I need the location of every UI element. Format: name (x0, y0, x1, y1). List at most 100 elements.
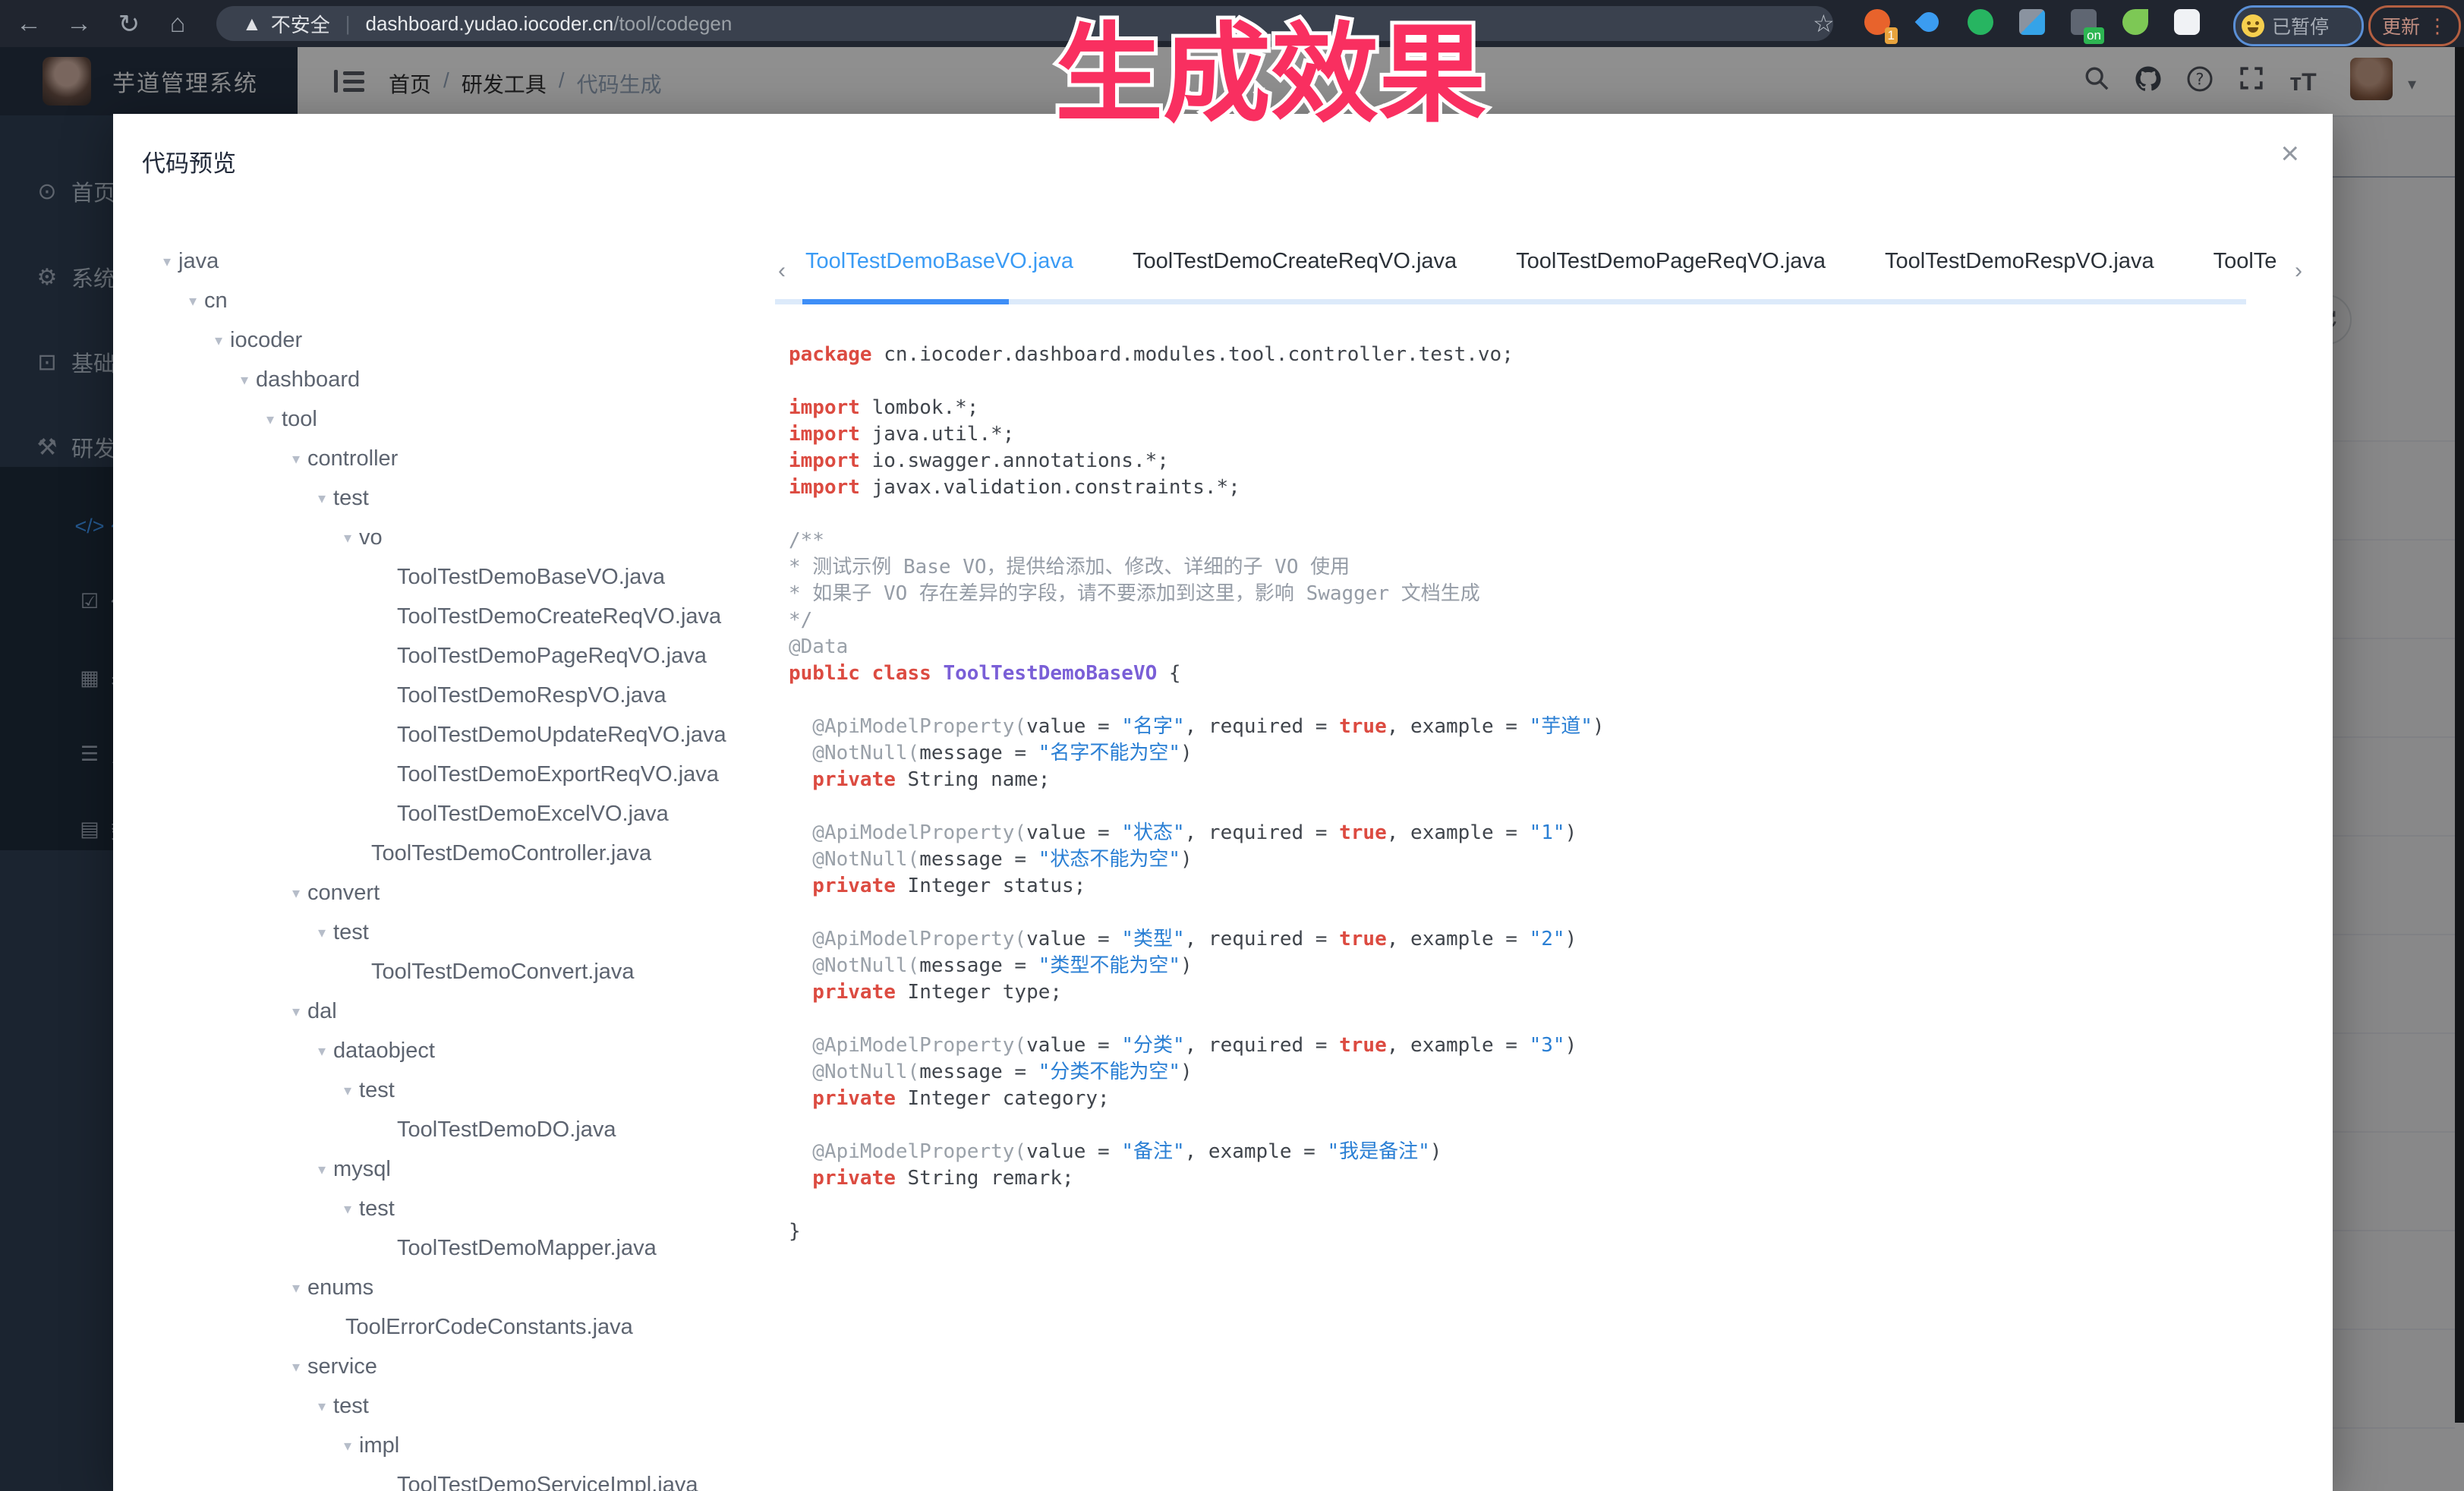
security-warning-label[interactable]: 不安全 (271, 10, 330, 38)
tree-caret-icon[interactable]: ▾ (318, 1160, 326, 1179)
tree-folder[interactable]: ▾test (344, 1190, 395, 1227)
tree-caret-icon[interactable]: ▾ (318, 1397, 326, 1416)
code-line: @ApiModelProperty(value = "备注", example … (789, 1139, 2299, 1165)
tree-file[interactable]: ToolTestDemoUpdateReqVO.java (397, 717, 726, 753)
tree-caret-icon[interactable]: ▾ (266, 410, 274, 429)
security-warning-icon[interactable]: ▲ (242, 12, 262, 36)
tree-folder[interactable]: ▾cn (189, 282, 228, 319)
tree-caret-icon[interactable]: ▾ (189, 292, 197, 310)
bookmark-star-icon[interactable]: ☆ (1813, 9, 1835, 38)
tree-node-label: test (359, 1078, 395, 1103)
tree-node-label: ToolTestDemoController.java (371, 841, 651, 866)
tree-caret-icon[interactable]: ▾ (241, 370, 248, 389)
tree-folder[interactable]: ▾ enums (292, 1269, 373, 1306)
code-tab-1[interactable]: ToolTestDemoCreateReqVO.java (1133, 249, 1457, 274)
tree-folder[interactable]: ▾dataobject (318, 1032, 435, 1069)
code-line (789, 1112, 2299, 1139)
tree-folder[interactable]: ▾test (318, 914, 369, 950)
code-line: private String remark; (789, 1165, 2299, 1192)
tree-folder[interactable]: ▾tool (266, 401, 317, 437)
tree-caret-icon[interactable]: ▾ (292, 884, 300, 903)
tree-node-label: enums (307, 1275, 373, 1300)
code-tab-0[interactable]: ToolTestDemoBaseVO.java (805, 249, 1073, 274)
translate-paused-button[interactable]: 已暂停 (2233, 5, 2364, 46)
tree-caret-icon[interactable]: ▾ (318, 1042, 326, 1061)
puzzle-extensions-icon[interactable] (2174, 9, 2203, 38)
tree-file[interactable]: ToolTestDemoDO.java (397, 1111, 616, 1148)
tree-file[interactable]: ToolTestDemoExportReqVO.java (397, 756, 719, 793)
url-path[interactable]: /tool/codegen (613, 12, 732, 36)
list-extension-icon[interactable]: on (2071, 9, 2100, 38)
back-icon[interactable]: ← (14, 9, 44, 39)
dialog-title: 代码预览 (142, 144, 236, 178)
tree-folder[interactable]: ▾dashboard (241, 361, 360, 398)
reload-icon[interactable]: ↻ (114, 9, 144, 39)
tree-folder[interactable]: ▾ mysql (318, 1151, 391, 1187)
tree-folder[interactable]: ▾ test (344, 1072, 395, 1108)
tree-folder[interactable]: ▾test (318, 1388, 369, 1424)
green-y-extension-icon[interactable] (1968, 9, 1996, 38)
tree-caret-icon[interactable]: ▾ (318, 923, 326, 942)
tree-folder[interactable]: ▾impl (344, 1427, 399, 1464)
tabs-scroll-left-icon[interactable]: ‹ (778, 258, 786, 284)
url-host[interactable]: dashboard.yudao.iocoder.cn (366, 12, 614, 36)
code-line: * 测试示例 Base VO，提供给添加、修改、详细的子 VO 使用 (789, 554, 2299, 581)
tree-file[interactable]: ToolTestDemoMapper.java (397, 1230, 657, 1266)
tree-file[interactable]: ToolTestDemoRespVO.java (397, 677, 666, 714)
tree-file[interactable]: ToolTestDemoConvert.java (371, 954, 635, 990)
tree-folder[interactable]: ▾ test (318, 480, 369, 516)
tree-caret-icon[interactable]: ▾ (318, 489, 326, 508)
file-tabs: ToolTestDemoBaseVO.java ToolTestDemoCreat… (805, 249, 2277, 274)
tree-file[interactable]: ToolTestDemoBaseVO.java (397, 559, 665, 595)
tree-caret-icon[interactable]: ▾ (344, 528, 351, 547)
tree-caret-icon[interactable]: ▾ (344, 1081, 351, 1100)
address-bar[interactable]: ▲ 不安全 | dashboard.yudao.iocoder.cn /tool… (216, 6, 1833, 41)
tree-folder[interactable]: ▾service (292, 1348, 377, 1385)
tree-node-label: java (178, 249, 219, 274)
home-icon[interactable]: ⌂ (162, 9, 193, 39)
chrome-menu-icon[interactable]: ⋮ (2428, 14, 2447, 38)
code-tab-4[interactable]: ToolTe (2214, 249, 2277, 274)
grid-extension-icon (2019, 9, 2045, 35)
code-preview-dialog: 代码预览 × ▾java▾cn▾iocoder▾dashboard▾tool▾c… (113, 114, 2333, 1491)
tree-file[interactable]: ToolErrorCodeConstants.java (345, 1309, 633, 1345)
tree-folder[interactable]: ▾vo (344, 519, 383, 556)
tree-node-label: test (333, 486, 369, 511)
ubuntu-orange-extension-icon[interactable]: 1 (1864, 9, 1893, 38)
browser-update-button[interactable]: 更新 ⋮ (2368, 5, 2461, 46)
tree-caret-icon[interactable]: ▾ (215, 331, 222, 350)
tree-file[interactable]: ToolTestDemoCreateReqVO.java (397, 598, 721, 635)
code-line (789, 793, 2299, 820)
tree-node-label: mysql (333, 1157, 391, 1182)
tree-caret-icon[interactable]: ▾ (163, 252, 171, 271)
code-line (789, 1006, 2299, 1032)
tabs-scroll-right-icon[interactable]: › (2295, 258, 2302, 284)
code-tab-2[interactable]: ToolTestDemoPageReqVO.java (1516, 249, 1826, 274)
tree-caret-icon[interactable]: ▾ (292, 1278, 300, 1297)
close-icon[interactable]: × (2280, 135, 2299, 172)
tree-file[interactable]: ToolTestDemoServiceImpl.java (397, 1467, 698, 1491)
tree-caret-icon[interactable]: ▾ (292, 1002, 300, 1021)
tree-file[interactable]: ToolTestDemoController.java (371, 835, 651, 872)
tree-caret-icon[interactable]: ▾ (292, 1357, 300, 1376)
code-line (789, 1192, 2299, 1218)
tree-node-label: ToolTestDemoServiceImpl.java (397, 1473, 698, 1491)
tree-folder[interactable]: ▾iocoder (215, 322, 302, 358)
tree-folder[interactable]: ▾dal (292, 993, 337, 1029)
tree-folder[interactable]: ▾ java (163, 243, 219, 279)
tree-folder[interactable]: ▾convert (292, 875, 380, 911)
code-tab-3[interactable]: ToolTestDemoRespVO.java (1885, 249, 2154, 274)
tree-folder[interactable]: ▾controller (292, 440, 398, 477)
tree-file[interactable]: ToolTestDemoExcelVO.java (397, 796, 669, 832)
tree-caret-icon[interactable]: ▾ (344, 1436, 351, 1455)
blue-gem-extension-icon[interactable] (1916, 9, 1945, 38)
paused-label: 已暂停 (2272, 12, 2329, 39)
blue-gem-extension-icon (1915, 8, 1943, 36)
tree-file[interactable]: ToolTestDemoPageReqVO.java (397, 638, 707, 674)
tree-caret-icon[interactable]: ▾ (292, 449, 300, 468)
grid-extension-icon[interactable] (2019, 9, 2048, 38)
code-viewer[interactable]: package cn.iocoder.dashboard.modules.too… (789, 342, 2299, 1245)
tree-caret-icon[interactable]: ▾ (344, 1199, 351, 1218)
plant-extension-icon[interactable] (2122, 9, 2151, 38)
forward-icon[interactable]: → (64, 9, 94, 39)
